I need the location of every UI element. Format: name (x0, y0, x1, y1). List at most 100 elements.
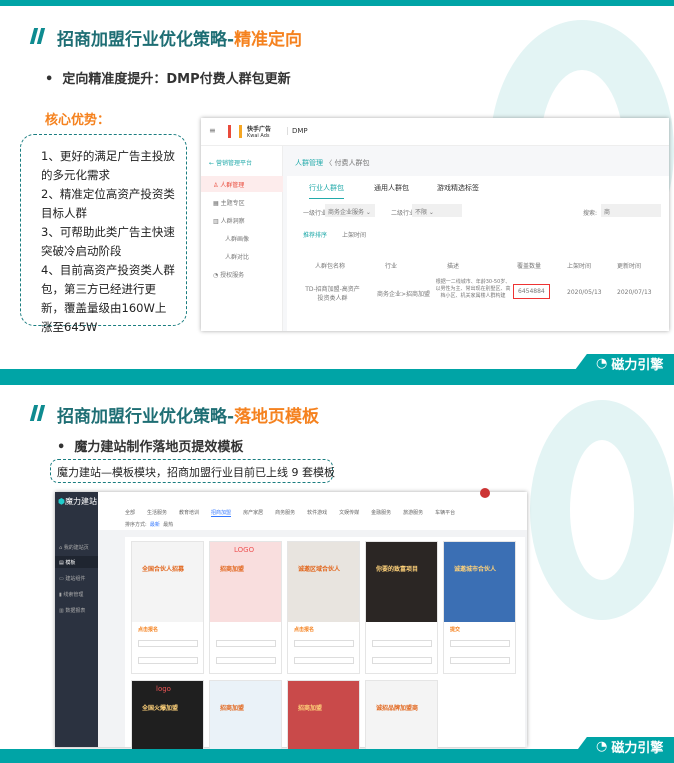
site-logo: ⬢魔力建站 (58, 497, 97, 506)
template-button[interactable]: 点击报名 (294, 626, 314, 633)
template-button[interactable]: 提交 (450, 626, 460, 633)
dmp-header: ≡ 快手广告 Kwai Ads DMP (201, 118, 669, 146)
category-tab[interactable]: 房产家居 (243, 509, 263, 517)
avatar[interactable] (480, 488, 490, 498)
form-field[interactable] (216, 657, 276, 664)
nav-item[interactable]: ▥ 人群洞察 (213, 216, 245, 225)
category-tab[interactable]: 商务服务 (275, 509, 295, 517)
column-header: 行业 (385, 263, 398, 270)
category-tab[interactable]: 招商加盟 (211, 509, 232, 517)
filter2-select[interactable]: 不限 ⌄ (412, 204, 462, 217)
note-box: 魔力建站—模板模块，招商加盟行业目前已上线 9 套模板 (50, 459, 335, 483)
back-link[interactable]: ← 营销管理平台 (209, 158, 252, 167)
site-main: 全部 生活服务 教育培训 招商加盟 房产家居 商务服务 软件游戏 文娱传媒 金融服务 旅游服务 车辆… (98, 488, 527, 750)
tab[interactable]: 行业人群包 (309, 183, 344, 199)
template-card[interactable]: 诚邀城市合伙人提交 (443, 541, 516, 674)
slide1-title: 招商加盟行业优化策略-精准定向 (57, 30, 303, 50)
category-tabs: 全部 生活服务 教育培训 招商加盟 房产家居 商务服务 软件游戏 文娱传媒 金融服务 旅游服务 车辆… (125, 509, 455, 517)
sort-option[interactable]: 上架时间 (342, 230, 366, 239)
template-card[interactable]: 招商加盟 (209, 680, 282, 750)
form-field[interactable] (372, 657, 432, 664)
category-tab[interactable]: 文娱传媒 (339, 509, 359, 517)
template-card[interactable]: 招商加盟 (287, 680, 360, 750)
kwai-logo-icon (228, 125, 242, 138)
site-nav-item[interactable]: ▮ 线索管理 (59, 591, 83, 598)
template-title: 全国合伙人招募 (142, 566, 185, 573)
site-nav-item[interactable]: ▥ 数据报表 (59, 607, 85, 614)
search-label: 搜索: (583, 210, 598, 217)
site-screenshot: ⬢魔力建站 ⌂ 我的建站页 ▤ 模板 ▭ 建站组件 ▮ 线索管理 ▥ 数据报表 … (55, 488, 527, 750)
logo-en: Kwai Ads (247, 133, 270, 139)
table-cell: TD-招商加盟-高资产投资类人群 (305, 286, 360, 302)
category-tab[interactable]: 金融服务 (371, 509, 391, 517)
template-card[interactable]: logo 全国火爆加盟 (131, 680, 204, 750)
tab[interactable]: 游戏精选标签 (437, 183, 479, 193)
site-nav-item[interactable]: ⌂ 我的建站页 (59, 544, 89, 551)
category-tab[interactable]: 车辆平台 (435, 509, 455, 517)
template-card[interactable]: 诚邀区域合伙人 点击报名 (287, 541, 360, 674)
form-field[interactable] (294, 657, 354, 664)
brand-icon: ◔ (596, 356, 608, 371)
sort-option[interactable]: 最新 (150, 522, 160, 528)
template-preview (366, 681, 437, 749)
dmp-main: 人群管理 〈 付费人群包 行业人群包 通用人群包 游戏精选标签 一级行业 商务企… (283, 146, 669, 331)
nav-item[interactable]: ◔ 授权服务 (213, 270, 244, 279)
nav-item[interactable]: 人群对比 (225, 252, 249, 261)
table-cell: 根据一二线城市、年龄30-50岁、以男性为主、常出现在别墅区、高档小区、机关家属… (435, 279, 511, 299)
nav-item[interactable]: ▦ 主题专区 (213, 198, 245, 207)
template-title: 诚招品牌加盟商 (376, 705, 419, 712)
template-preview (288, 681, 359, 749)
category-tab[interactable]: 旅游服务 (403, 509, 423, 517)
form-field[interactable] (450, 657, 510, 664)
menu-icon[interactable]: ≡ (209, 126, 216, 135)
template-preview (366, 542, 437, 622)
sort-option[interactable]: 最热 (163, 522, 173, 528)
category-bar: 全部 生活服务 教育培训 招商加盟 房产家居 商务服务 软件游戏 文娱传媒 金融服务 旅游服务 车辆… (98, 488, 527, 530)
form-field[interactable] (294, 640, 354, 647)
site-sidebar: ⬢魔力建站 ⌂ 我的建站页 ▤ 模板 ▭ 建站组件 ▮ 线索管理 ▥ 数据报表 (55, 492, 98, 747)
form-field[interactable] (138, 640, 198, 647)
form-field[interactable] (216, 640, 276, 647)
template-button[interactable]: 点击报名 (138, 626, 158, 633)
form-field[interactable] (450, 640, 510, 647)
template-title: 招商加盟 (220, 705, 245, 712)
nav-item[interactable]: 人群画像 (225, 234, 249, 243)
search-input[interactable]: 商 (601, 204, 661, 217)
form-field[interactable] (138, 657, 198, 664)
category-tab[interactable]: 教育培训 (179, 509, 199, 517)
column-header: 上架时间 (567, 263, 592, 270)
site-nav-item[interactable]: ▤ 模板 (59, 559, 75, 566)
sort-option[interactable]: 推荐排序 (303, 230, 327, 239)
filter1-select[interactable]: 商务企业服务 ⌄ (325, 204, 375, 217)
advantages-heading: 核心优势： (45, 113, 111, 128)
nav-item[interactable]: ♙ 人群管理 (213, 180, 244, 189)
coverage-highlight: 6454884 (513, 284, 550, 299)
column-header: 描述 (447, 263, 460, 270)
form-field[interactable] (372, 640, 432, 647)
dmp-screenshot: ≡ 快手广告 Kwai Ads DMP ← 营销管理平台 ♙ 人群管理 ▦ 主题… (201, 118, 669, 331)
brand-icon: ◔ (596, 739, 608, 754)
template-preview (132, 542, 203, 622)
template-card[interactable]: LOGO 招商加盟 (209, 541, 282, 674)
slide2-bullet: • 魔力建站制作落地页提效模板 (57, 440, 244, 455)
template-card[interactable]: 你要的致富项目 (365, 541, 438, 674)
template-card[interactable]: 全国合伙人招募点击报名 (131, 541, 204, 674)
template-preview (210, 542, 281, 622)
site-nav-item[interactable]: ▭ 建站组件 (59, 575, 85, 582)
advantage-item: 1、更好的满足广告主投放的多元化需求 (41, 149, 175, 182)
brand-logo: ◔ 磁力引擎 (596, 356, 664, 373)
tab[interactable]: 通用人群包 (374, 183, 409, 193)
table-cell: 商务企业>招商加盟 (377, 291, 431, 298)
category-tab[interactable]: 生活服务 (147, 509, 167, 517)
advantage-item: 2、精准定位高资产投资类目标人群 (41, 187, 175, 220)
template-card[interactable]: 诚招品牌加盟商 (365, 680, 438, 750)
template-logo: LOGO (234, 546, 255, 554)
sort-row: 排序方式: 最新 最热 (125, 522, 174, 528)
decor-ring (530, 400, 674, 620)
dmp-sidebar: ← 营销管理平台 ♙ 人群管理 ▦ 主题专区 ▥ 人群洞察 人群画像 人群对比 … (201, 146, 283, 331)
template-title: 诚邀城市合伙人 (454, 566, 497, 573)
template-title: 你要的致富项目 (376, 566, 419, 573)
logo-cn: 快手广告 (247, 126, 272, 133)
category-tab[interactable]: 软件游戏 (307, 509, 327, 517)
category-tab[interactable]: 全部 (125, 509, 135, 517)
